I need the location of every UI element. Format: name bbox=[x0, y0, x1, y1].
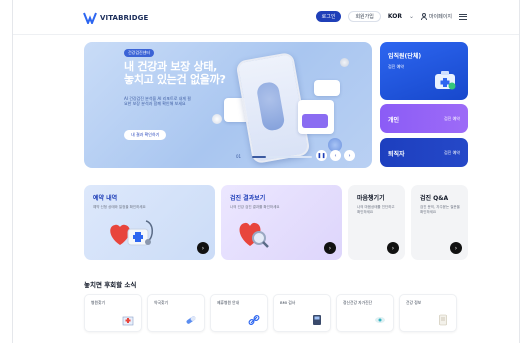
qna-title: 검진 Q&A bbox=[420, 195, 449, 202]
group-checkup-box[interactable]: 임직원(단체) 검진 예약 bbox=[380, 42, 468, 100]
reservation-title: 예약 내역 bbox=[93, 195, 118, 202]
hamburger-menu-icon[interactable] bbox=[459, 13, 467, 20]
mind-care-card[interactable]: 마음챙기기 나의 마음상태를 진단하고 확인하세요 › bbox=[348, 185, 405, 260]
personal-checkup-box[interactable]: 개인 검진 예약 bbox=[380, 104, 468, 133]
tile-label: 정신건강 자가진단 bbox=[343, 300, 373, 305]
group-checkup-title: 임직원(단체) bbox=[388, 53, 422, 60]
hospital-icon bbox=[122, 316, 134, 326]
tile-label: 병원찾기 bbox=[91, 300, 105, 305]
hero-title-line2: 놓치고 있는건 없을까? bbox=[124, 73, 226, 86]
tile-pharmacy-search[interactable]: 약국찾기 bbox=[147, 294, 205, 332]
results-desc: 나의 건강 검진 결과를 확인하세요 bbox=[230, 205, 280, 209]
qna-desc: 검진 문의, 자주묻는 질문을 확인하세요 bbox=[420, 205, 460, 214]
language-select[interactable]: KOR bbox=[388, 13, 402, 20]
brand-name: VITABRIDGE bbox=[100, 14, 149, 22]
scale-icon bbox=[313, 315, 321, 325]
document-icon bbox=[439, 314, 447, 326]
arrow-right-icon[interactable]: › bbox=[387, 242, 399, 254]
mind-care-title: 마음챙기기 bbox=[357, 195, 385, 202]
hero-description: AI 건강검진 분석을 AI 리포트로 내게 필요한 보장 분석과 함께 확인해… bbox=[124, 96, 191, 106]
brain-icon bbox=[375, 317, 385, 323]
arrow-right-icon[interactable]: › bbox=[324, 242, 336, 254]
link-icon bbox=[248, 315, 260, 325]
retiree-checkup-box[interactable]: 퇴직자 검진 예약 bbox=[380, 138, 468, 167]
chevron-down-icon[interactable]: ⌄ bbox=[409, 13, 414, 20]
brand-logo[interactable]: VITABRIDGE bbox=[83, 12, 148, 24]
pager-progress bbox=[252, 156, 312, 158]
floating-report-card bbox=[298, 100, 334, 134]
tile-label: 건강 정보 bbox=[406, 300, 422, 305]
hero-banner[interactable]: 건강검진센터 내 건강과 보장 상태, 놓치고 있는건 없을까? AI 건강검진… bbox=[84, 42, 372, 168]
mind-care-desc: 나의 마음상태를 진단하고 확인하세요 bbox=[357, 205, 395, 214]
tile-label: 제휴병원 안내 bbox=[217, 300, 240, 305]
page-frame: VITABRIDGE 로그인 회원가입 KOR ⌄ 마이페이지 건강검진센터 내… bbox=[12, 0, 520, 343]
qna-card[interactable]: 검진 Q&A 검진 문의, 자주묻는 질문을 확인하세요 › bbox=[411, 185, 468, 260]
reservation-desc: 예약 신청 상태와 일정을 확인하세요 bbox=[93, 205, 146, 209]
user-icon bbox=[420, 13, 427, 20]
tile-mental-selftest[interactable]: 정신건강 자가진단 bbox=[336, 294, 394, 332]
results-card[interactable]: 검진 결과보기 나의 건강 검진 결과를 확인하세요 › bbox=[221, 185, 342, 260]
personal-checkup-sub: 검진 예약 bbox=[444, 116, 460, 121]
floating-card bbox=[314, 80, 340, 96]
hero-cta-button[interactable]: 내 결과 확인하기 bbox=[124, 130, 167, 140]
tile-label: 약국찾기 bbox=[154, 300, 168, 305]
prev-arrow-icon[interactable]: ‹ bbox=[330, 150, 341, 161]
arrow-right-icon[interactable]: › bbox=[450, 242, 462, 254]
mypage-link[interactable]: 마이페이지 bbox=[420, 13, 452, 20]
brand-mark-icon bbox=[83, 12, 97, 24]
group-checkup-sub: 검진 예약 bbox=[388, 64, 404, 69]
pill-icon bbox=[186, 316, 196, 324]
results-title: 검진 결과보기 bbox=[230, 195, 266, 202]
decor-sphere bbox=[340, 58, 349, 67]
signup-button[interactable]: 회원가입 bbox=[348, 11, 381, 22]
login-button[interactable]: 로그인 bbox=[315, 11, 342, 22]
top-actions: 로그인 회원가입 KOR ⌄ 마이페이지 bbox=[315, 11, 467, 22]
body-scan-icon bbox=[255, 80, 286, 132]
decor-sphere bbox=[212, 114, 222, 124]
retiree-checkup-title: 퇴직자 bbox=[388, 151, 405, 158]
pause-icon[interactable]: ❚❚ bbox=[316, 150, 327, 161]
medical-kit-icon bbox=[435, 71, 456, 90]
personal-checkup-title: 개인 bbox=[388, 117, 400, 124]
next-arrow-icon[interactable]: › bbox=[344, 150, 355, 161]
tile-bmi-check[interactable]: BMI 검사 bbox=[273, 294, 331, 332]
tile-health-info[interactable]: 건강 정보 bbox=[399, 294, 457, 332]
reservation-card[interactable]: 예약 내역 예약 신청 상태와 일정을 확인하세요 › bbox=[84, 185, 215, 260]
heart-stethoscope-icon bbox=[110, 220, 153, 246]
heart-magnifier-icon bbox=[239, 222, 269, 248]
hero-tag: 건강검진센터 bbox=[124, 49, 155, 57]
top-navigation: VITABRIDGE 로그인 회원가입 KOR ⌄ 마이페이지 bbox=[13, 0, 519, 35]
news-section-title: 놓치면 후회할 소식 bbox=[84, 281, 137, 289]
tile-label: BMI 검사 bbox=[280, 300, 296, 305]
mypage-label: 마이페이지 bbox=[428, 14, 452, 20]
retiree-checkup-sub: 검진 예약 bbox=[444, 150, 460, 155]
tile-hospital-search[interactable]: 병원찾기 bbox=[84, 294, 142, 332]
tile-partner-hospital[interactable]: 제휴병원 안내 bbox=[210, 294, 268, 332]
hero-title-line1: 내 건강과 보장 상태, bbox=[124, 60, 218, 73]
pager-current: 01 bbox=[236, 154, 242, 159]
arrow-right-icon[interactable]: › bbox=[197, 242, 209, 254]
